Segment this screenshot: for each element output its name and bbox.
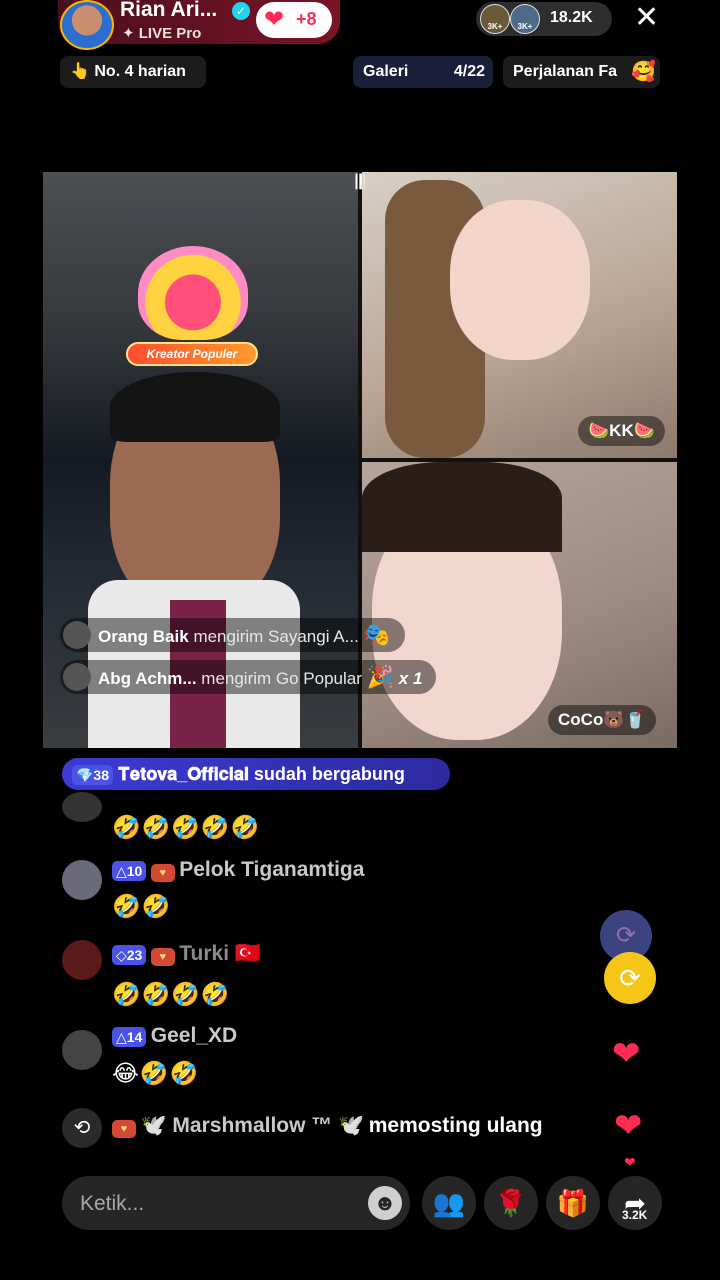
fan-badge-icon: ♥ [150, 864, 175, 882]
chat-header: △10 ♥ Pelok Tiganamtiga [112, 858, 364, 882]
join-user[interactable]: 𝐓𝐞𝐭𝐨𝐯𝐚_𝐎𝐟𝐟𝐢𝐜𝐢𝐚𝐥 [118, 764, 249, 784]
avatar [63, 621, 91, 649]
fan-badge-icon: ♥ [150, 948, 175, 966]
gift-count: x 1 [398, 669, 423, 688]
gift-action: mengirim Go Popular [201, 669, 362, 688]
chat-username[interactable]: Geel_XD [151, 1024, 237, 1047]
live-pro-label: ✦ LIVE Pro [122, 25, 202, 42]
repost-notification: ♥ 🕊️ Marshmallow ™ 🕊️ memosting ulang [112, 1114, 543, 1138]
level-badge: △10 [112, 861, 147, 881]
host-avatar[interactable] [60, 0, 114, 50]
repost-user[interactable]: 🕊️ Marshmallow ™ 🕊️ [140, 1114, 364, 1137]
popular-creator-mascot-icon [138, 246, 248, 340]
level-badge: 💎38 [72, 765, 114, 785]
guest-name-coco[interactable]: CoCo🐻🥤 [548, 705, 656, 735]
gift-sender: Abg Achm... [98, 669, 197, 688]
viewer-count: 18.2K [550, 9, 593, 26]
avatar [63, 663, 91, 691]
verified-icon: ✓ [232, 2, 250, 20]
gift-action: mengirim Sayangi A... [193, 627, 359, 646]
guest-name-kk[interactable]: 🍉KK🍉 [578, 416, 665, 446]
gift-notification: Orang Baik mengirim Sayangi A... 🎭 [60, 618, 405, 652]
viewer-avatar[interactable]: 3K+ [510, 4, 540, 34]
guest-coco-hair [362, 462, 562, 552]
like-count: +8 [296, 9, 317, 29]
comment-placeholder[interactable]: Ketik... [80, 1192, 144, 1216]
avatar[interactable] [62, 1030, 102, 1070]
rose-gift-icon[interactable]: 🌹 [484, 1176, 538, 1230]
gift-icon: 🎭 [363, 622, 391, 647]
repost-text: memosting ulang [368, 1114, 543, 1137]
gallery-label: Galeri [363, 63, 409, 80]
audio-bars-icon: 𝄃𝄃 [355, 172, 365, 194]
join-text: sudah bergabung [253, 764, 405, 784]
chat-message: 🤣🤣🤣🤣 [112, 981, 231, 1007]
level-badge: ◇23 [112, 945, 147, 965]
host-name[interactable]: Rian Ari... [120, 0, 217, 22]
chat-message: 🤣🤣 [112, 893, 172, 919]
journey-icon: 🥰 [631, 61, 656, 83]
heart-icon: ❤ [612, 1035, 641, 1073]
share-count: 3.2K [622, 1208, 648, 1222]
chat-header: ◇23 ♥ Turki 🇹🇷 [112, 942, 261, 966]
close-icon[interactable]: ✕ [634, 3, 659, 33]
popular-creator-badge[interactable]: Kreator Populer [126, 342, 258, 366]
heart-icon: ❤ [614, 1107, 643, 1145]
gift-icon: 🎉 [366, 664, 395, 689]
gift-sender: Orang Baik [98, 627, 189, 646]
journey-label: Perjalanan Fa [513, 63, 618, 80]
chat-header: △14 Geel_XD [112, 1024, 237, 1048]
chat-message: 🤣🤣🤣🤣🤣 [112, 814, 261, 840]
join-notification: 💎38 𝐓𝐞𝐭𝐨𝐯𝐚_𝐎𝐟𝐟𝐢𝐜𝐢𝐚𝐥 sudah bergabung [62, 758, 450, 790]
gift-icon[interactable]: 🎁 [546, 1176, 600, 1230]
chat-username[interactable]: Pelok Tiganamtiga [179, 858, 364, 881]
level-badge: △14 [112, 1027, 147, 1047]
daily-rank-chip[interactable]: 👆 No. 4 harian [60, 56, 206, 88]
chat-message: 😂🤣🤣 [112, 1060, 200, 1086]
avatar[interactable] [62, 792, 102, 822]
avatar[interactable] [62, 940, 102, 980]
guest-kk-face [450, 200, 590, 360]
emoji-icon[interactable]: ☻ [368, 1186, 402, 1220]
fan-badge-icon: ♥ [112, 1120, 136, 1138]
guest-request-icon[interactable]: 👥 [422, 1176, 476, 1230]
journey-chip[interactable]: Perjalanan Fa 🥰 [503, 56, 660, 88]
viewer-avatar[interactable]: 3K+ [480, 4, 510, 34]
heart-icon: ❤ [624, 1154, 636, 1170]
avatar[interactable] [62, 860, 102, 900]
heart-icon: ❤ [264, 6, 285, 33]
gallery-chip[interactable]: Galeri 4/22 [353, 56, 493, 88]
host-hair [110, 372, 280, 442]
repost-button[interactable]: ⟳ [604, 952, 656, 1004]
repost-icon: ⟲ [62, 1108, 102, 1148]
gift-notification: Abg Achm... mengirim Go Popular 🎉 x 1 [60, 660, 437, 694]
chat-username[interactable]: Turki 🇹🇷 [179, 942, 261, 965]
gallery-count: 4/22 [453, 63, 485, 80]
